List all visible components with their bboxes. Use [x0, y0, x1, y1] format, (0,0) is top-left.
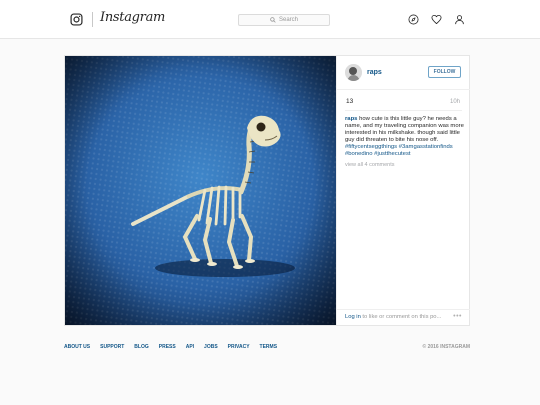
post-sidebar: raps FOLLOW 13 10h raps how cute is this…: [336, 56, 470, 325]
caption-text: how cute is this little guy? he needs a …: [345, 116, 464, 143]
post-username[interactable]: raps: [367, 69, 382, 76]
likes-count[interactable]: 13: [346, 98, 353, 105]
footer-link-press[interactable]: PRESS: [159, 344, 176, 350]
footer-links: ABOUT US SUPPORT BLOG PRESS API JOBS PRI…: [64, 344, 277, 350]
post-caption: raps how cute is this little guy? he nee…: [345, 116, 469, 158]
login-prompt: Log in to like or comment on this po...: [345, 314, 441, 320]
follow-button[interactable]: FOLLOW: [428, 66, 461, 78]
person-icon[interactable]: [454, 14, 465, 25]
footer-link-privacy[interactable]: PRIVACY: [228, 344, 250, 350]
divider: [345, 110, 462, 111]
hashtag[interactable]: #bonedino: [345, 151, 373, 157]
view-all-comments-link[interactable]: view all 4 comments: [345, 162, 395, 168]
copyright: © 2016 INSTAGRAM: [422, 344, 471, 350]
footer-link-support[interactable]: SUPPORT: [100, 344, 124, 350]
more-options-icon[interactable]: •••: [453, 313, 462, 320]
footer-link-terms[interactable]: TERMS: [260, 344, 278, 350]
footer-link-jobs[interactable]: JOBS: [204, 344, 218, 350]
login-link[interactable]: Log in: [345, 314, 361, 320]
avatar[interactable]: [345, 64, 362, 81]
instagram-wordmark[interactable]: Instagram: [100, 10, 165, 25]
post-time[interactable]: 10h: [450, 99, 460, 105]
caption-username[interactable]: raps: [345, 116, 357, 122]
hashtag[interactable]: #justthecutest: [374, 151, 410, 157]
search-input[interactable]: Search: [238, 14, 330, 26]
post-photo[interactable]: [65, 56, 336, 325]
hashtag[interactable]: #fiftycentseggthings: [345, 144, 397, 150]
top-bar: Instagram Search: [0, 0, 540, 39]
instagram-camera-icon[interactable]: [70, 13, 83, 26]
login-prompt-text: to like or comment on this po...: [362, 314, 442, 320]
compass-icon[interactable]: [408, 14, 419, 25]
logo-divider: [92, 12, 93, 27]
dinosaur-skeleton-image: [65, 56, 336, 325]
login-bar: Log in to like or comment on this po... …: [337, 309, 470, 325]
post-card: raps FOLLOW 13 10h raps how cute is this…: [64, 55, 470, 326]
heart-icon[interactable]: [431, 14, 442, 25]
footer-link-about-us[interactable]: ABOUT US: [64, 344, 90, 350]
post-header: raps FOLLOW: [337, 56, 470, 90]
footer-link-api[interactable]: API: [186, 344, 194, 350]
page-footer: ABOUT US SUPPORT BLOG PRESS API JOBS PRI…: [64, 344, 470, 354]
hashtag[interactable]: #3amgasstationfinds: [399, 144, 453, 150]
search-placeholder: Search: [278, 17, 298, 23]
search-icon: [270, 17, 276, 23]
footer-link-blog[interactable]: BLOG: [134, 344, 148, 350]
